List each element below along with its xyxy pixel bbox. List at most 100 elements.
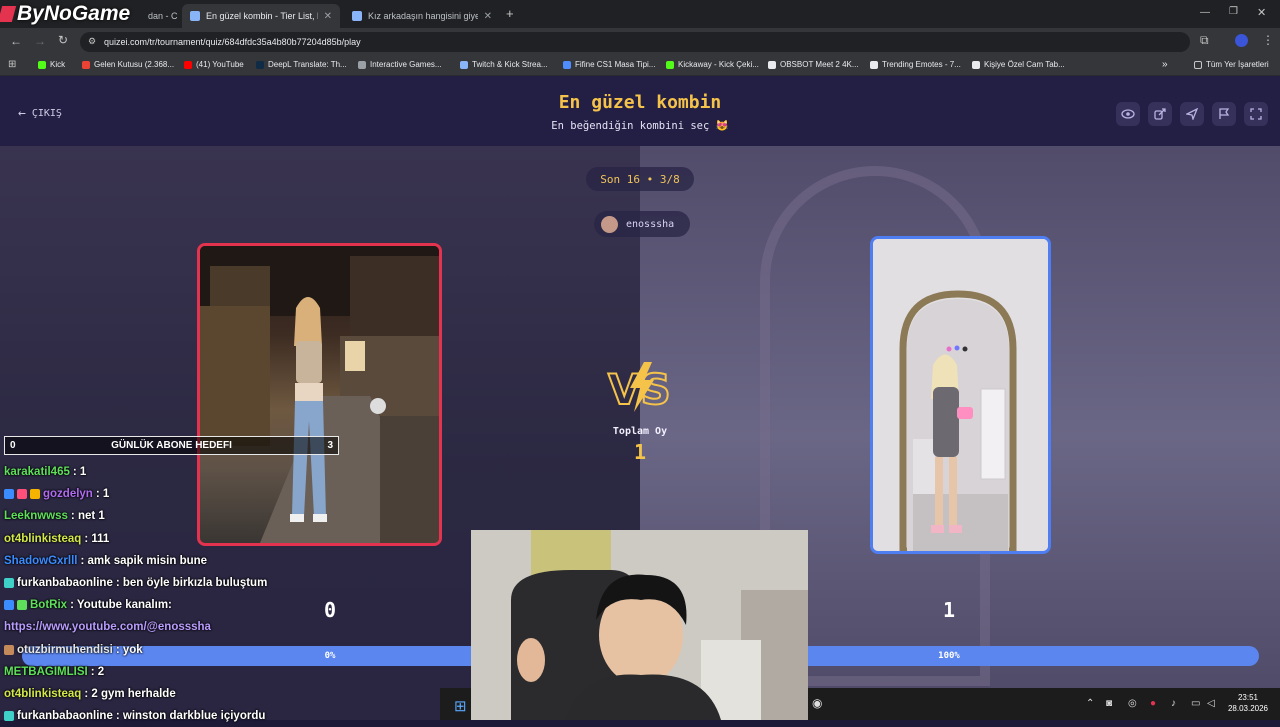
vs-lightning-icon: VS (607, 362, 672, 414)
camtab-icon (972, 60, 980, 69)
bookmark-item[interactable]: DeepL Translate: Th... (256, 60, 347, 69)
chat-message: Leeknwwss: net 1 (4, 505, 464, 527)
more-bookmarks-chevron[interactable]: » (1162, 59, 1168, 70)
bookmark-item[interactable]: Fifine CS1 Masa Tipi... (563, 60, 655, 69)
chat-message: ot4blinkisteaq: 111 (4, 528, 464, 550)
profile-avatar[interactable] (1235, 34, 1248, 47)
apps-icon[interactable]: ⊞ (8, 59, 16, 70)
chat-text: : net 1 (70, 510, 105, 523)
quiz-title: En güzel kombin (558, 92, 722, 113)
chat-text: : 2 (90, 665, 105, 678)
chat-message: gozdelyn: 1 (4, 483, 464, 505)
fullscreen-icon[interactable] (1244, 102, 1268, 126)
tab-favicon (352, 11, 362, 21)
extensions-icon[interactable]: ⧉ (1200, 33, 1209, 48)
bookmark-item[interactable]: Kick (38, 60, 65, 69)
url-text: quizei.com/tr/tournament/quiz/684dfdc35a… (104, 37, 361, 47)
close-icon[interactable]: ✕ (324, 11, 332, 22)
clock-time: 23:51 (1237, 693, 1259, 702)
chat-badge-icon (30, 489, 40, 500)
windows-start-icon[interactable]: ⊞ (454, 697, 467, 715)
chat-username: ShadowGxrlll (4, 554, 78, 567)
right-photo-illustration (873, 239, 1048, 551)
chat-badge-icon (4, 644, 14, 655)
bookmark-item[interactable]: Kişiye Özel Cam Tab... (972, 60, 1065, 69)
chat-text: : Youtube kanalım: (70, 599, 172, 612)
mic-icon[interactable]: ♪ (1171, 698, 1176, 709)
bookmark-item[interactable]: Gelen Kutusu (2.368... (82, 60, 174, 69)
discord-icon[interactable]: ◙ (1106, 698, 1112, 709)
chat-username: otuzbirmuhendisi (17, 643, 113, 656)
webcam-overlay (471, 530, 808, 720)
obs-icon[interactable]: ◉ (812, 696, 822, 710)
creator-chip[interactable]: enosssha (594, 211, 690, 237)
bookmark-item[interactable]: OBSBOT Meet 2 4K... (768, 60, 859, 69)
chat-username: ot4blinkisteaq (4, 687, 82, 700)
new-tab-button[interactable]: + (506, 6, 514, 21)
bookmark-item[interactable]: Kickaway - Kick Çeki... (666, 60, 759, 69)
window-close-icon[interactable]: ✕ (1257, 6, 1266, 19)
chat-username: furkanbabaonline (17, 577, 113, 590)
chat-badge-icon (4, 489, 14, 500)
chat-username: BotRix (30, 599, 68, 612)
chat-username: gozdelyn (43, 488, 93, 501)
eye-icon[interactable] (1116, 102, 1140, 126)
chat-message: furkanbabaonline: winston darkblue içiyo… (4, 705, 464, 727)
steam-icon[interactable]: ◎ (1128, 698, 1137, 709)
restore-icon[interactable]: ❐ (1229, 6, 1238, 17)
back-icon[interactable]: ← (10, 34, 22, 48)
7tv-icon (870, 60, 878, 69)
chat-text: : winston darkblue içiyordu (115, 710, 266, 723)
site-info-icon[interactable]: ⚙ (88, 36, 96, 47)
chat-username: furkanbabaonline (17, 710, 113, 723)
right-choice-image[interactable] (870, 236, 1051, 554)
network-icon[interactable]: ▭ (1191, 698, 1200, 709)
tab-3[interactable]: Kız arkadaşın hangisini giyebili ✕ (344, 4, 500, 28)
system-clock[interactable]: 23:51 28.03.2026 (1222, 692, 1274, 714)
share-icon[interactable] (1148, 102, 1172, 126)
quiz-subtitle: En beğendiğin kombini seç 😻 (551, 120, 729, 132)
chat-message: karakatil465: 1 (4, 461, 464, 483)
tab-label: Kız arkadaşın hangisini giyebili (368, 11, 478, 21)
chat-username: METBAGIMLISI (4, 665, 88, 678)
bookmarks-bar: ⊞ Kick Gelen Kutusu (2.368... (41) YouTu… (0, 56, 1280, 76)
bookmark-item[interactable]: Interactive Games... (358, 60, 442, 69)
chat-badge-icon (17, 489, 27, 500)
goal-label: GÜNLÜK ABONE HEDEFI (111, 440, 232, 451)
obsbot-icon (768, 60, 776, 69)
tab-label: dan - C (148, 11, 178, 21)
quiz-header: ← ÇIKIŞ En güzel kombin En beğendiğin ko… (0, 76, 1280, 146)
reload-icon[interactable]: ↻ (58, 33, 68, 47)
send-icon[interactable] (1180, 102, 1204, 126)
chat-text: : yok (115, 643, 143, 656)
stream-chat: karakatil465: 1 gozdelyn: 1 Leeknwwss: net… (4, 461, 464, 727)
chat-text: : 1 (95, 488, 110, 501)
close-icon[interactable]: ✕ (484, 11, 492, 22)
chat-badge-icon (4, 578, 14, 589)
webcam-illustration (471, 530, 808, 720)
minimize-icon[interactable]: — (1200, 7, 1210, 18)
all-bookmarks[interactable]: Tüm Yer İşaretleri (1194, 60, 1269, 69)
menu-icon[interactable]: ⋮ (1262, 33, 1274, 47)
volume-icon[interactable]: ◁ (1207, 698, 1215, 709)
record-icon[interactable]: ● (1150, 698, 1156, 709)
gmail-icon (82, 60, 90, 69)
flag-icon[interactable] (1212, 102, 1236, 126)
stream-icon (460, 60, 468, 69)
total-votes-value: 1 (633, 440, 647, 464)
bookmark-item[interactable]: (41) YouTube (184, 60, 244, 69)
bookmark-item[interactable]: Trending Emotes - 7... (870, 60, 961, 69)
chat-badge-icon (17, 600, 27, 611)
chat-message: furkanbabaonline: ben öyle birkızla bulu… (4, 572, 464, 594)
chat-message: ot4blinkisteaq: 2 gym herhalde (4, 683, 464, 705)
deepl-icon (256, 60, 264, 69)
address-bar[interactable]: ⚙ quizei.com/tr/tournament/quiz/684dfdc3… (80, 32, 1190, 52)
forward-icon[interactable]: → (34, 34, 46, 48)
tray-chevron-icon[interactable]: ⌃ (1086, 698, 1094, 709)
bookmark-item[interactable]: Twitch & Kick Strea... (460, 60, 548, 69)
youtube-icon (184, 60, 192, 69)
right-vote-percent: 100% (938, 651, 960, 661)
chat-username: Leeknwwss (4, 510, 68, 523)
tab-2-active[interactable]: En güzel kombin - Tier List, Kö ✕ (182, 4, 340, 28)
tab-1[interactable]: dan - C ✕ (140, 4, 178, 28)
